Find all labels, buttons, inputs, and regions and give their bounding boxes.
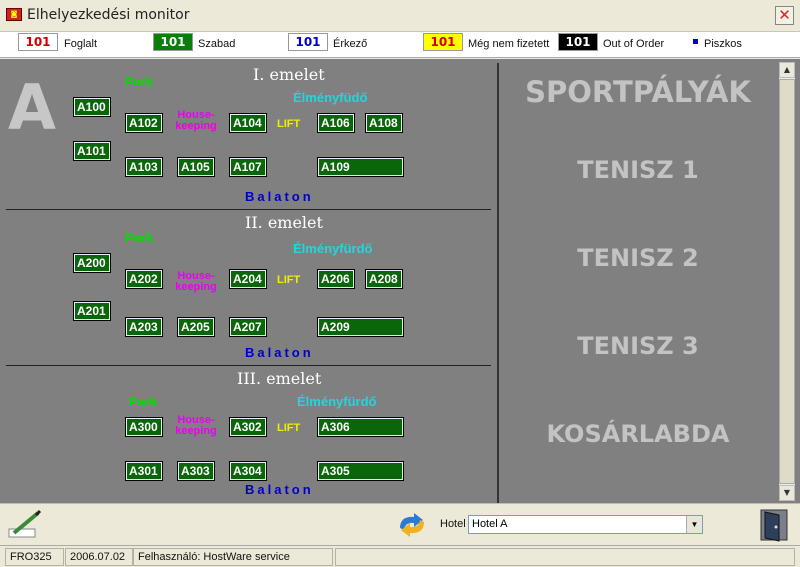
status-legend: 101 Foglalt 101 Szabad 101 Érkező 101 Mé…	[0, 32, 800, 58]
room-a205[interactable]: A205	[177, 317, 215, 337]
room-a301[interactable]: A301	[125, 461, 163, 481]
hotel-select[interactable]: Hotel A ▼	[468, 515, 703, 534]
status-bar: FRO325 2006.07.02 Felhasználó: HostWare …	[0, 545, 800, 567]
room-a202[interactable]: A202	[125, 269, 163, 289]
lake-label: Balaton	[245, 189, 314, 204]
park-label: Park	[125, 230, 154, 245]
sports-heading: SPORTPÁLYÁK	[525, 75, 751, 109]
room-a109[interactable]: A109	[317, 157, 404, 177]
housekeeping-label: House-keeping	[175, 270, 217, 293]
status-extra	[335, 548, 795, 566]
floor-title: II. emelet	[245, 213, 323, 232]
vertical-scrollbar[interactable]: ▲ ▼	[779, 62, 795, 501]
bottom-toolbar: Hotel Hotel A ▼	[0, 503, 800, 545]
floor-title: I. emelet	[253, 65, 325, 84]
sport-kosarlabda[interactable]: KOSÁRLABDA	[500, 420, 776, 448]
scroll-up-button[interactable]: ▲	[779, 62, 795, 78]
room-a101[interactable]: A101	[73, 141, 111, 161]
room-a207[interactable]: A207	[229, 317, 267, 337]
edit-pencil-icon	[8, 509, 42, 538]
edit-button[interactable]	[6, 509, 42, 541]
housekeeping-label: House-keeping	[175, 414, 217, 437]
park-label: Park	[125, 74, 154, 89]
legend-label-foglalt: Foglalt	[64, 38, 98, 50]
status-date: 2006.07.02	[65, 548, 133, 566]
hotel-select-value: Hotel A	[472, 518, 508, 530]
wellness-label: Élményfürdő	[297, 394, 377, 409]
room-map-panel: A I. emelet Park Élményfüdő House-keepin…	[0, 59, 800, 503]
room-a206[interactable]: A206	[317, 269, 355, 289]
scroll-down-icon: ▼	[783, 488, 791, 497]
room-a208[interactable]: A208	[365, 269, 403, 289]
lift-label: LIFT	[277, 118, 301, 130]
legend-swatch-nem-fizetett: 101	[423, 33, 463, 51]
room-a302[interactable]: A302	[229, 417, 267, 437]
status-user: Felhasználó: HostWare service	[133, 548, 333, 566]
room-a304[interactable]: A304	[229, 461, 267, 481]
room-a104[interactable]: A104	[229, 113, 267, 133]
room-a204[interactable]: A204	[229, 269, 267, 289]
floor-divider	[6, 209, 491, 210]
legend-swatch-szabad: 101	[153, 33, 193, 51]
sport-tenisz-2[interactable]: TENISZ 2	[500, 244, 776, 272]
floor-divider	[6, 365, 491, 366]
room-a107[interactable]: A107	[229, 157, 267, 177]
sport-tenisz-3[interactable]: TENISZ 3	[500, 332, 776, 360]
wellness-label: Élményfüdő	[293, 90, 368, 105]
room-a300[interactable]: A300	[125, 417, 163, 437]
exit-button[interactable]	[757, 508, 791, 542]
legend-label-szabad: Szabad	[198, 38, 236, 50]
room-a209[interactable]: A209	[317, 317, 404, 337]
lift-label: LIFT	[277, 422, 301, 434]
lake-label: Balaton	[245, 482, 314, 497]
room-a100[interactable]: A100	[73, 97, 111, 117]
legend-swatch-erkezo: 101	[288, 33, 328, 51]
scroll-up-icon: ▲	[783, 65, 791, 74]
room-a306[interactable]: A306	[317, 417, 404, 437]
room-a201[interactable]: A201	[73, 301, 111, 321]
legend-swatch-out-of-order: 101	[558, 33, 598, 51]
floor-title: III. emelet	[237, 369, 322, 388]
room-a102[interactable]: A102	[125, 113, 163, 133]
dropdown-arrow-icon[interactable]: ▼	[686, 516, 702, 533]
hotel-label: Hotel	[440, 518, 466, 530]
room-a203[interactable]: A203	[125, 317, 163, 337]
window-title: Elhelyezkedési monitor	[27, 7, 190, 23]
exit-door-icon	[760, 509, 788, 542]
close-icon: ✕	[778, 6, 791, 24]
legend-label-erkezo: Érkező	[333, 38, 368, 50]
room-a106[interactable]: A106	[317, 113, 355, 133]
close-button[interactable]: ✕	[775, 6, 794, 25]
panel-divider	[497, 63, 499, 503]
legend-label-out-of-order: Out of Order	[603, 38, 665, 50]
scroll-thumb[interactable]	[779, 79, 795, 484]
status-code: FRO325	[5, 548, 64, 566]
app-icon: ◙	[6, 8, 22, 21]
legend-marker-piszkos	[693, 39, 698, 44]
wellness-label: Élményfürdő	[293, 241, 373, 256]
room-a305[interactable]: A305	[317, 461, 404, 481]
room-a103[interactable]: A103	[125, 157, 163, 177]
refresh-icon	[400, 513, 424, 537]
legend-swatch-foglalt: 101	[18, 33, 58, 51]
refresh-button[interactable]	[396, 512, 428, 538]
room-a108[interactable]: A108	[365, 113, 403, 133]
room-a200[interactable]: A200	[73, 253, 111, 273]
room-a105[interactable]: A105	[177, 157, 215, 177]
legend-label-piszkos: Piszkos	[704, 38, 742, 50]
park-label: Park	[129, 394, 158, 409]
housekeeping-label: House-keeping	[175, 109, 217, 132]
room-a303[interactable]: A303	[177, 461, 215, 481]
legend-label-nem-fizetett: Még nem fizetett	[468, 38, 550, 50]
lake-label: Balaton	[245, 345, 314, 360]
scroll-down-button[interactable]: ▼	[779, 485, 795, 501]
lift-label: LIFT	[277, 274, 301, 286]
title-bar: ◙ Elhelyezkedési monitor ✕	[0, 0, 800, 32]
building-letter: A	[8, 71, 56, 144]
sport-tenisz-1[interactable]: TENISZ 1	[500, 156, 776, 184]
